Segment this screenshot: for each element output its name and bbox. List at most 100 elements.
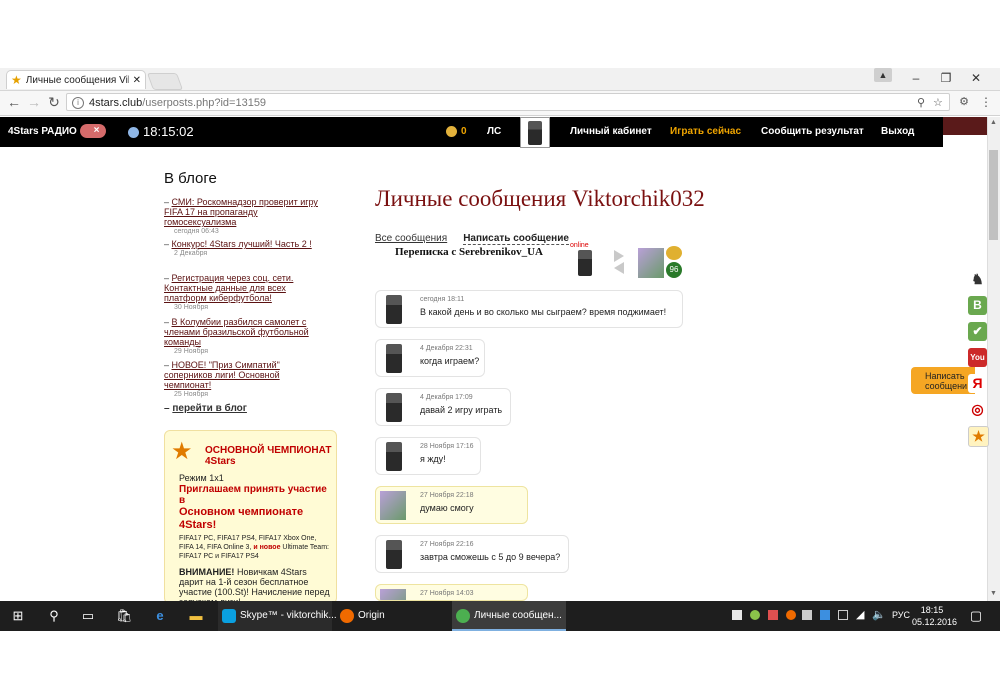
- message-avatar: [380, 491, 406, 520]
- info-icon[interactable]: i: [72, 97, 84, 109]
- language-indicator[interactable]: РУС: [892, 610, 910, 620]
- close-window-icon[interactable]: ✕: [964, 68, 988, 88]
- message-text: В какой день и во сколько мы сыграем? вр…: [420, 307, 667, 317]
- menu-icon[interactable]: ⋮: [978, 94, 994, 110]
- url-path: /userposts.php?id=13159: [142, 97, 267, 109]
- volume-icon[interactable]: 🔈: [872, 608, 886, 621]
- reload-icon[interactable]: ↻: [46, 94, 62, 110]
- clock-time: 18:15:02: [143, 124, 194, 139]
- ls-link[interactable]: ЛС: [487, 117, 501, 147]
- message-avatar: [386, 393, 402, 422]
- arrow-left-icon: [614, 262, 624, 274]
- message-avatar: [386, 442, 402, 471]
- blog-item[interactable]: – СМИ: Роскомнадзор проверит игру FIFA 1…: [164, 197, 329, 236]
- nav-cabinet[interactable]: Личный кабинет: [570, 117, 652, 147]
- taskbar-app-skype[interactable]: Skype™ - viktorchik...: [218, 601, 337, 631]
- browser-tab-bar: ★ Личные сообщения Vik ✕ ▲ – ❐ ✕: [0, 68, 1000, 91]
- message-avatar: [386, 344, 402, 373]
- tab-write-message[interactable]: Написать сообщение: [463, 233, 569, 245]
- message-date: 28 Ноября 17:16: [420, 443, 474, 450]
- task-view-icon[interactable]: ▭: [80, 608, 96, 624]
- tab-all-messages[interactable]: Все сообщения: [375, 233, 447, 244]
- tray-app-icon[interactable]: [802, 610, 812, 620]
- championship-box[interactable]: ★ ОСНОВНОЙ ЧЕМПИОНАТ 4Stars Режим 1x1 Пр…: [164, 430, 337, 604]
- message-tabs: Все сообщения Написать сообщение: [375, 233, 569, 245]
- message-item[interactable]: сегодня 18:11 В какой день и во сколько …: [375, 290, 683, 328]
- yandex-icon[interactable]: Я: [968, 374, 987, 393]
- taskbar-app-label: Origin: [358, 610, 385, 621]
- message-item[interactable]: 27 Ноября 22:16 завтра сможешь с 5 до 9 …: [375, 535, 569, 573]
- address-bar-row: ← → ↻ i 4stars.club/userposts.php?id=131…: [0, 91, 1000, 116]
- partner-avatar[interactable]: [638, 248, 664, 278]
- nav-logout[interactable]: Выход: [881, 117, 914, 147]
- message-item[interactable]: 4 Декабря 17:09 давай 2 игру играть: [375, 388, 511, 426]
- vk-icon[interactable]: B: [968, 296, 987, 315]
- taskbar-clock[interactable]: 18:15 05.12.2016: [912, 604, 958, 628]
- red-ring-icon[interactable]: ◎: [968, 400, 987, 419]
- my-avatar[interactable]: [572, 248, 598, 278]
- taskbar-app-origin[interactable]: Origin: [336, 601, 446, 631]
- browser-tab[interactable]: ★ Личные сообщения Vik ✕: [6, 70, 146, 89]
- windows-start-icon[interactable]: ⊞: [10, 608, 26, 624]
- message-date: 4 Декабря 17:09: [420, 394, 473, 401]
- message-date: 27 Ноября 22:18: [420, 492, 474, 499]
- minimize-icon[interactable]: –: [904, 68, 928, 88]
- new-tab-button[interactable]: [146, 73, 184, 90]
- message-item[interactable]: 4 Декабря 22:31 когда играем?: [375, 339, 485, 377]
- blog-item-date: сегодня 06:43: [174, 228, 219, 235]
- message-item[interactable]: 28 Ноября 17:16 я жду!: [375, 437, 481, 475]
- taskbar-date: 05.12.2016: [912, 617, 958, 627]
- store-icon[interactable]: 🛍: [116, 608, 133, 624]
- twitter-icon[interactable]: ✔: [968, 322, 987, 341]
- nav-report-result[interactable]: Сообщить результат: [761, 117, 864, 147]
- soldier-social-icon[interactable]: ♞: [968, 270, 987, 289]
- scroll-down-icon[interactable]: ▼: [990, 590, 997, 597]
- tray-app-icon[interactable]: [820, 610, 830, 620]
- close-tab-icon[interactable]: ✕: [133, 75, 141, 86]
- blog-item-link[interactable]: НОВОЕ! "Приз Симпатий" соперников лиги! …: [164, 360, 280, 390]
- forward-icon[interactable]: →: [26, 94, 42, 110]
- scroll-up-icon[interactable]: ▲: [990, 119, 997, 126]
- zoom-icon[interactable]: ⚲: [917, 94, 925, 112]
- message-item[interactable]: 27 Ноября 22:18 думаю смогу: [375, 486, 528, 524]
- blog-item-link[interactable]: Конкурс! 4Stars лучший! Часть 2 !: [172, 239, 312, 249]
- scrollbar-thumb[interactable]: [989, 150, 998, 240]
- blog-item-date: 30 Ноября: [174, 304, 209, 311]
- star-social-icon[interactable]: ★: [968, 426, 989, 447]
- network-icon[interactable]: ◢: [856, 608, 864, 621]
- taskbar-app-chrome[interactable]: Личные сообщен...: [452, 601, 566, 631]
- blog-item[interactable]: – Регистрация через соц. сети. Контактны…: [164, 273, 329, 312]
- blog-item-link[interactable]: В Колумбии разбился самолет с членами бр…: [164, 317, 309, 347]
- back-icon[interactable]: ←: [6, 94, 22, 110]
- notifications-icon[interactable]: ▢: [968, 608, 984, 624]
- blog-item[interactable]: – НОВОЕ! "Приз Симпатий" соперников лиги…: [164, 360, 329, 399]
- tray-app-icon[interactable]: [768, 610, 778, 620]
- battery-icon[interactable]: [838, 610, 848, 620]
- radio-icon[interactable]: [79, 116, 106, 146]
- tray-app-icon[interactable]: [750, 610, 760, 620]
- go-to-blog-link[interactable]: – перейти в блог: [164, 403, 247, 414]
- coin-balance[interactable]: 0: [446, 117, 467, 147]
- blog-item[interactable]: – Конкурс! 4Stars лучший! Часть 2 ! 2 Де…: [164, 239, 329, 258]
- blog-item[interactable]: – В Колумбии разбился самолет с членами …: [164, 317, 329, 356]
- url-input[interactable]: i 4stars.club/userposts.php?id=13159 ⚲ ☆: [66, 93, 950, 111]
- tray-app-icon[interactable]: [786, 610, 796, 620]
- tray-app-icon[interactable]: [732, 610, 742, 620]
- edge-icon[interactable]: e: [152, 608, 168, 624]
- youtube-icon[interactable]: You: [968, 348, 987, 367]
- user-avatar[interactable]: [520, 117, 550, 148]
- message-text: думаю смогу: [420, 503, 474, 513]
- maximize-icon[interactable]: ❐: [934, 68, 958, 88]
- blog-item-link[interactable]: Регистрация через соц. сети. Контактные …: [164, 273, 293, 303]
- blog-item-link[interactable]: СМИ: Роскомнадзор проверит игру FIFA 17 …: [164, 197, 318, 227]
- profile-icon[interactable]: ▲: [874, 68, 892, 82]
- bookmark-star-icon[interactable]: ☆: [933, 94, 943, 112]
- search-icon[interactable]: ⚲: [46, 608, 62, 624]
- extension-icon[interactable]: ⚙: [956, 94, 972, 110]
- header-strip: [943, 117, 988, 135]
- radio-link[interactable]: 4Stars РАДИО: [8, 116, 106, 147]
- nav-play-now[interactable]: Играть сейчас: [670, 117, 741, 147]
- write-message-widget[interactable]: Написать сообщени: [911, 367, 975, 394]
- message-item[interactable]: 27 Ноября 14:03: [375, 584, 528, 601]
- file-explorer-icon[interactable]: ▬: [188, 608, 204, 624]
